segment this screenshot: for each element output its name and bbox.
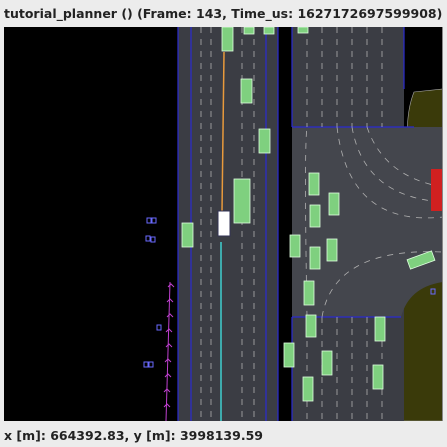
window-title: tutorial_planner () (Frame: 143, Time_us… [0,0,447,27]
vehicle[interactable] [372,364,384,390]
vehicle[interactable] [289,234,301,258]
vehicle[interactable] [328,192,340,216]
vehicle[interactable] [326,238,338,262]
cursor-coordinates: x [m]: 664392.83, y [m]: 3998139.59 [4,428,263,443]
vehicle[interactable] [243,27,255,35]
planner-canvas[interactable] [4,27,443,421]
vehicle[interactable] [221,27,234,52]
ego-vehicle[interactable] [217,210,231,237]
vehicle[interactable] [303,280,315,306]
vehicle[interactable] [309,246,321,270]
vehicle[interactable] [263,27,275,35]
vehicle[interactable] [321,350,333,376]
vehicle[interactable] [240,78,253,104]
right-road-top [292,27,404,127]
vehicle[interactable] [233,178,251,224]
vehicle[interactable] [258,128,271,154]
vehicle[interactable] [297,27,309,34]
vehicle[interactable] [309,204,321,228]
vehicle[interactable] [302,376,314,402]
vehicle[interactable] [305,314,317,338]
vehicle[interactable] [374,316,386,342]
scene-svg [4,27,442,421]
traffic-light-marker [431,169,442,211]
vehicle[interactable] [181,222,194,248]
vehicle[interactable] [283,342,295,368]
vehicle[interactable] [308,172,320,196]
